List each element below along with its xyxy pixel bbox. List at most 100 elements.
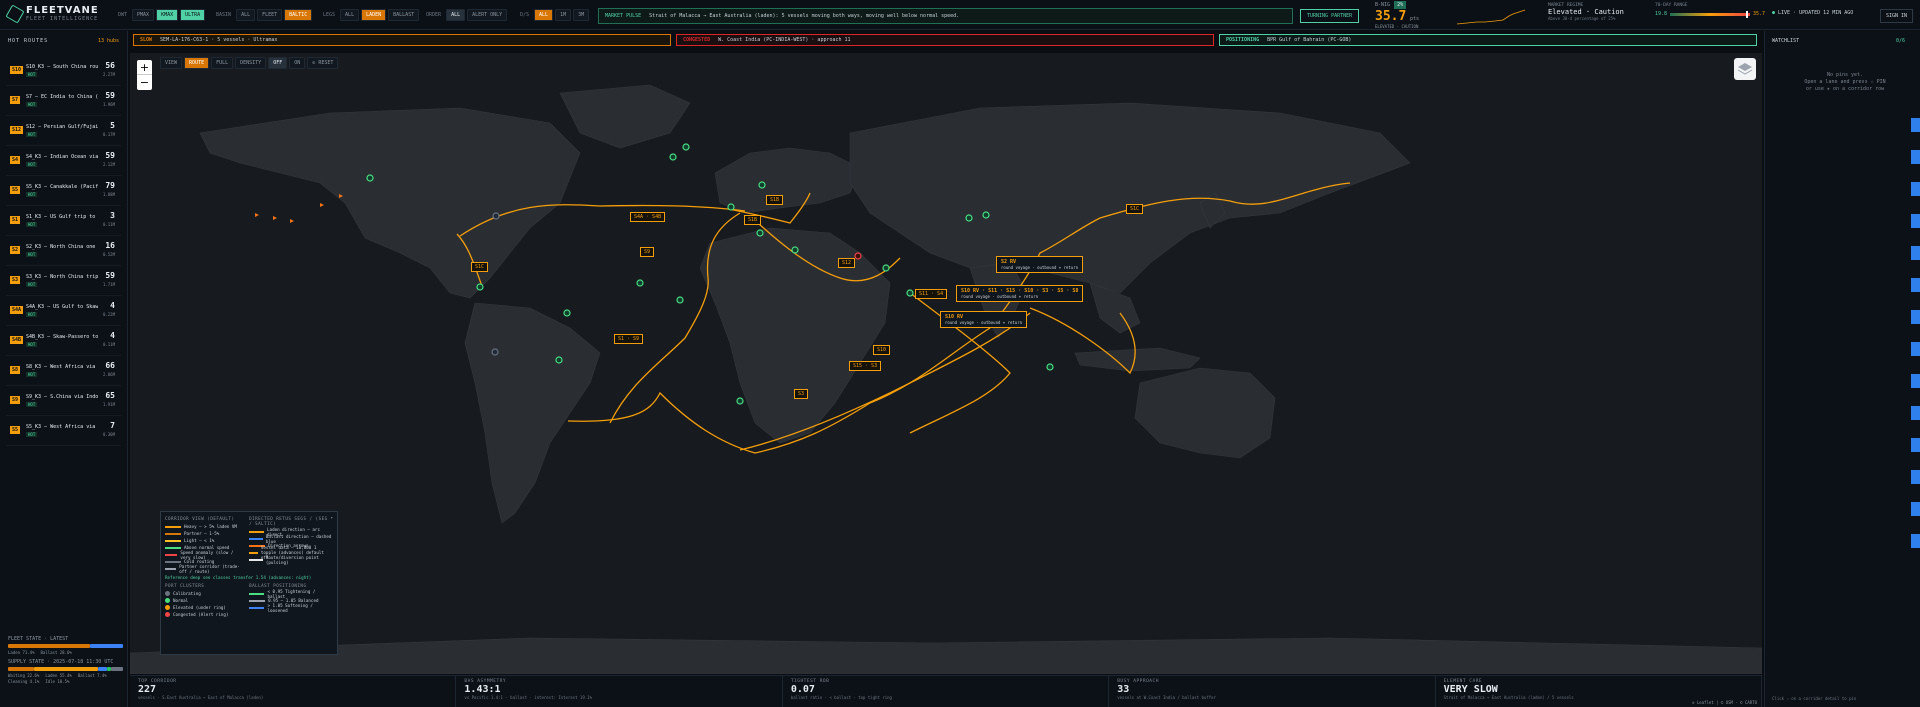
route-row[interactable]: S7 S7 — EC India to China (2025) HOT 59 1.96… bbox=[6, 88, 121, 116]
route-row[interactable]: S2 S2_K3 — North China one foot… HOT 16 0.52… bbox=[6, 238, 121, 266]
market-pulse[interactable]: MARKET PULSE Strait of Malacca → East Au… bbox=[598, 8, 1293, 24]
route-name: S12 — Persian Gulf/Fujairah to… bbox=[26, 124, 98, 130]
route-label[interactable]: S1C bbox=[1126, 204, 1144, 214]
app-logo[interactable]: FLEETVANE FLEET INTELLIGENCE bbox=[5, 3, 99, 24]
route-label[interactable]: S4A · S4B bbox=[630, 212, 666, 222]
kpi-value: 33 bbox=[1117, 684, 1130, 695]
kpi-card[interactable]: TOP CORRIDOR 227 vessels · S.East Australi… bbox=[130, 676, 457, 707]
edge-tab[interactable] bbox=[1911, 246, 1920, 260]
route-row[interactable]: S12S12 — Persian Gulf/Fujairah to… HOT 5 0.… bbox=[6, 118, 121, 146]
filter-button[interactable]: ALL bbox=[340, 9, 360, 21]
route-row[interactable]: S4BS4B_K3 — Skaw-Passero to US… HOT 4 0.11M bbox=[6, 328, 121, 356]
route-vessel-count: 79 bbox=[105, 181, 115, 190]
edge-tab[interactable] bbox=[1911, 118, 1920, 132]
route-label[interactable]: S1B bbox=[744, 215, 762, 225]
route-row[interactable]: S9 S9_K3 — S.China via Indonesia… HOT 65 1.9… bbox=[6, 388, 121, 416]
map-tool-button[interactable]: OFF bbox=[268, 57, 288, 69]
turning-partner-button[interactable]: TURNING PARTNER bbox=[1300, 9, 1360, 23]
zoom-out-button[interactable]: − bbox=[137, 75, 152, 90]
edge-tab[interactable] bbox=[1911, 374, 1920, 388]
edge-tab[interactable] bbox=[1911, 502, 1920, 516]
route-row[interactable]: S3 S3_K3 — North China trip to W… HOT 59 1.7… bbox=[6, 268, 121, 296]
alert-item[interactable]: SLOW SEM-LA-176-C63-1 · 5 vessels · Ultra… bbox=[133, 34, 671, 46]
map-tool-button[interactable]: ON bbox=[289, 57, 306, 69]
filter-button[interactable]: LADEN bbox=[361, 9, 387, 21]
route-row[interactable]: S4 S4_K3 — Indian Ocean via Sou… HOT 59 2.12… bbox=[6, 148, 121, 176]
edge-tab[interactable] bbox=[1911, 534, 1920, 548]
port-node-normal bbox=[965, 214, 973, 222]
edge-tab[interactable] bbox=[1911, 278, 1920, 292]
legend-collapse-icon[interactable]: ▾ bbox=[330, 515, 333, 520]
route-vessel-count: 5 bbox=[110, 121, 115, 130]
route-tooltip[interactable]: S2 RV round voyage · outbound + return bbox=[996, 256, 1084, 273]
filter-button[interactable]: 1M bbox=[555, 9, 572, 21]
zoom-in-button[interactable]: + bbox=[137, 60, 152, 75]
watchlist-empty-line: No pins yet. bbox=[1826, 72, 1864, 78]
legend-group-directed: Laden direction — arc direct Ballast dire… bbox=[249, 527, 333, 565]
edge-tab[interactable] bbox=[1911, 438, 1920, 452]
map-tool-button[interactable]: VIEW bbox=[160, 57, 183, 69]
australia bbox=[1134, 367, 1276, 459]
route-label[interactable]: S1B bbox=[766, 195, 784, 205]
edge-tab[interactable] bbox=[1911, 214, 1920, 228]
route-label[interactable]: S12 bbox=[838, 258, 856, 268]
edge-tab[interactable] bbox=[1911, 182, 1920, 196]
filter-button[interactable]: 3M bbox=[573, 9, 590, 21]
map-canvas[interactable] bbox=[130, 53, 1762, 674]
route-label[interactable]: S11 · S4 bbox=[915, 289, 948, 299]
route-tooltip-sub: round voyage · outbound + return bbox=[961, 294, 1039, 299]
route-row[interactable]: S10S10_K3 — South China round v… HOT 56 2.2… bbox=[6, 58, 121, 86]
filter-button[interactable]: BALLAST bbox=[388, 9, 420, 21]
legend-heading: BALLAST POSITIONING bbox=[249, 583, 307, 588]
filter-button[interactable]: PMAX bbox=[132, 9, 155, 21]
world-map[interactable]: S4A · S4B S9 S1B S1B S12 S1C S1 · S9 S11 · S4 S1… bbox=[130, 53, 1762, 674]
filter-button[interactable]: ALL bbox=[446, 9, 466, 21]
kpi-card[interactable]: TIGHTEST ROB 0.07 ballast ratio · < ballas… bbox=[783, 676, 1110, 707]
map-tool-button[interactable]: FULL bbox=[211, 57, 234, 69]
route-tooltip[interactable]: S10 RV · S11 · S15 · S10 · S3 · S5 · S8 r… bbox=[956, 285, 1084, 302]
filter-button[interactable]: ALL bbox=[236, 9, 256, 21]
port-node-normal bbox=[736, 397, 744, 405]
kpi-card[interactable]: BAS ASYMMETRY 1.43:1 vs Pacific 1.4:1 · ba… bbox=[456, 676, 783, 707]
filter-group-label: DWT bbox=[118, 12, 128, 18]
legend-text: Partner corridor (trade-off / route) bbox=[179, 563, 240, 574]
layers-button[interactable] bbox=[1734, 58, 1756, 80]
route-tooltip[interactable]: S10 RV round voyage · outbound + return bbox=[940, 311, 1028, 328]
filter-button[interactable]: ALL bbox=[534, 9, 554, 21]
route-label[interactable]: S1 · S9 bbox=[614, 334, 644, 344]
kpi-card[interactable]: BUSY APPROACH 33 vessels at W.Coast India … bbox=[1109, 676, 1436, 707]
map-tool-button[interactable]: ROUTE bbox=[184, 57, 210, 69]
route-label[interactable]: S1C bbox=[471, 262, 489, 272]
route-row[interactable]: S1 S1_K3 — US Gulf trip to China … HOT 3 0.1… bbox=[6, 208, 121, 236]
route-row[interactable]: S4AS4A_K3 — US Gulf to Skaw-Pas… HOT 4 0.22… bbox=[6, 298, 121, 326]
map-attribution[interactable]: ⊙ Leaflet | © OSM · © CARTO bbox=[1690, 700, 1760, 705]
sign-in-button[interactable]: SIGN IN bbox=[1880, 9, 1914, 23]
route-code-badge: S8 bbox=[10, 366, 21, 374]
route-label[interactable]: S9 bbox=[640, 247, 655, 257]
route-label[interactable]: S3 bbox=[794, 389, 809, 399]
alert-item[interactable]: CONGESTED W. Coast India (PC-INDIA-WEST) … bbox=[676, 34, 1214, 46]
route-row[interactable]: S5 S5_K3 — Canakkale (Pacif/Atla… HOT 79 1.8… bbox=[6, 178, 121, 206]
filter-button[interactable]: ALERT ONLY bbox=[467, 9, 508, 21]
edge-tab[interactable] bbox=[1911, 150, 1920, 164]
edge-tab[interactable] bbox=[1911, 406, 1920, 420]
legend-swatch bbox=[165, 567, 177, 570]
edge-tab[interactable] bbox=[1911, 342, 1920, 356]
filter-button[interactable]: FLEET bbox=[257, 9, 283, 21]
route-label[interactable]: S15 · S3 bbox=[849, 361, 882, 371]
map-tool-button[interactable]: ⊙ RESET bbox=[307, 57, 339, 69]
edge-tab[interactable] bbox=[1911, 470, 1920, 484]
map-tool-button[interactable]: DENSITY bbox=[235, 57, 267, 69]
route-row[interactable]: S8 S8_K3 — West Africa via EC Sa… HOT 66 2.0… bbox=[6, 358, 121, 386]
route-code-badge: S2 bbox=[10, 246, 21, 254]
filter-button[interactable]: KMAX bbox=[156, 9, 179, 21]
supply-legend-item: Waiting 22.6% bbox=[8, 673, 40, 678]
route-row[interactable]: S5 S5_K3 — West Africa via EC Sa… HOT 7 0.30… bbox=[6, 418, 121, 446]
route-label[interactable]: S10 bbox=[873, 345, 891, 355]
route-volume: 1.71M bbox=[102, 282, 115, 287]
filter-button[interactable]: BALTIC bbox=[284, 9, 313, 21]
edge-tab[interactable] bbox=[1911, 310, 1920, 324]
filter-button[interactable]: ULTRA bbox=[180, 9, 206, 21]
alert-item[interactable]: POSITIONING BPR Gulf of Bahrain (PC-GOB) bbox=[1219, 34, 1757, 46]
watchlist-empty-line: Open a lane and press ☆ PIN bbox=[1804, 79, 1886, 85]
